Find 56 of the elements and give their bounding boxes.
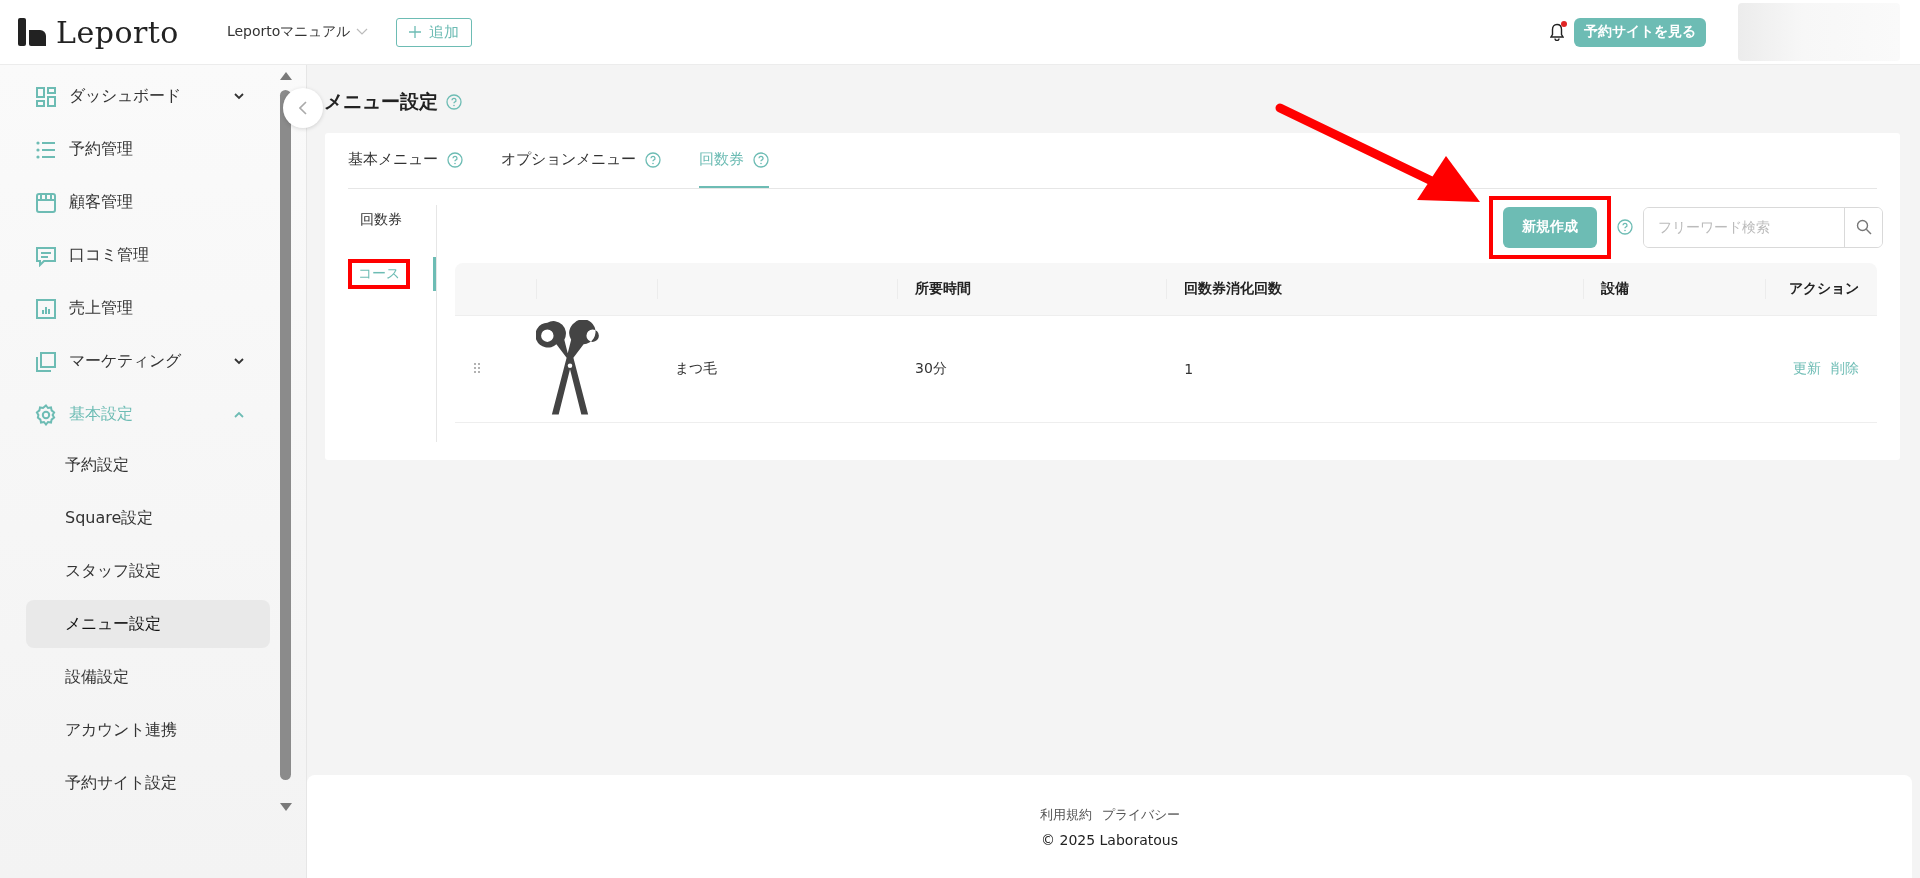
copyright-text: © 2025 Laboratous [1041, 831, 1178, 848]
grid-icon [35, 85, 57, 108]
table-cell: 30分 [897, 315, 1167, 423]
sidebar-subitem[interactable]: スタッフ設定 [26, 547, 270, 595]
help-icon [447, 151, 463, 168]
stacked-squares-icon [35, 350, 57, 373]
sidebar-subitem[interactable]: Square設定 [26, 494, 270, 542]
chevron-down-icon [356, 28, 369, 36]
logo-icon [18, 18, 46, 46]
chevron-left-icon [299, 101, 307, 115]
logo-text: Leporto [56, 14, 179, 50]
sidebar-item[interactable]: 口コミ管理 [0, 229, 270, 282]
search-field[interactable]: フリーワード検索 [1643, 206, 1883, 248]
sidebar-subitem[interactable]: アカウント連携 [26, 706, 270, 754]
tab[interactable]: オプションメニュー [501, 133, 661, 188]
page-title: メニュー設定 [324, 89, 438, 114]
column-header: アクション [1765, 263, 1877, 316]
store-icon [35, 191, 57, 214]
sub-nav-item[interactable]: 回数券 [325, 205, 436, 235]
help-icon [753, 151, 769, 168]
plus-icon [409, 26, 422, 38]
search-button[interactable] [1844, 207, 1882, 247]
sidebar-item[interactable]: ダッシュボード [0, 70, 270, 123]
sidebar-subitem[interactable]: 設備設定 [26, 653, 270, 701]
sidebar-subitem[interactable]: 予約設定 [26, 441, 270, 489]
help-icon [446, 94, 462, 110]
collapse-button[interactable] [283, 88, 323, 128]
bell-icon [1550, 23, 1564, 41]
chevron-up-icon [234, 411, 244, 418]
chat-icon [35, 244, 57, 267]
scroll-down-icon [279, 802, 293, 812]
sidebar-item[interactable]: 売上管理 [0, 282, 270, 335]
scroll-up-icon [279, 71, 293, 81]
column-header: 回数券消化回数 [1166, 263, 1583, 316]
sidebar-item[interactable]: マーケティング [0, 335, 270, 388]
column-header: 設備 [1582, 263, 1765, 316]
sidebar-subitem[interactable]: メニュー設定 [26, 600, 270, 648]
search-icon [1855, 219, 1872, 235]
footer-link[interactable]: 利用規約 [1039, 805, 1092, 824]
drag-handle-icon[interactable] [473, 362, 481, 374]
store-selector[interactable]: Leportoマニュアル [220, 22, 375, 42]
sidebar-subitem[interactable]: 予約サイト設定 [26, 759, 270, 807]
tab[interactable]: 基本メニュー [348, 133, 463, 188]
gear-icon [35, 403, 57, 426]
chevron-down-icon [234, 93, 244, 100]
help-icon [645, 151, 661, 168]
table-cell: 1 [1166, 315, 1583, 423]
notification-bell[interactable] [1550, 23, 1564, 41]
footer-link[interactable]: プライバシー [1101, 805, 1180, 824]
chart-icon [35, 297, 57, 320]
help-icon [1617, 219, 1633, 235]
column-header: 所要時間 [897, 263, 1167, 316]
sidebar-item[interactable]: 予約管理 [0, 123, 270, 176]
chevron-down-icon [234, 358, 244, 365]
sidebar-item[interactable]: 顧客管理 [0, 176, 270, 229]
table-cell: まつ毛 [657, 315, 898, 423]
